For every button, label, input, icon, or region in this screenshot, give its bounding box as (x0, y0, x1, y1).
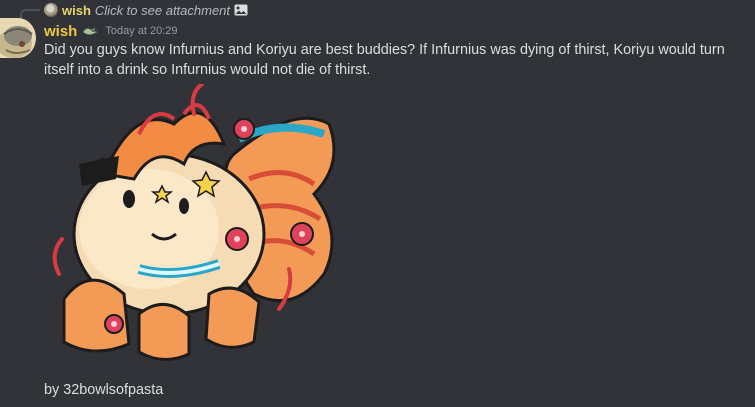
image-icon (234, 4, 248, 16)
reply-preview[interactable]: wish Click to see attachment (44, 1, 248, 19)
attachment-caption: by 32bowlsofpasta (44, 382, 164, 398)
message-header: wish Today at 20:29 (44, 21, 178, 41)
author-name[interactable]: wish (44, 23, 77, 40)
reply-avatar-icon[interactable] (44, 3, 58, 17)
attachment-image[interactable] (44, 84, 344, 374)
timestamp[interactable]: Today at 20:29 (105, 25, 177, 37)
reply-connector (20, 9, 40, 19)
dragon-badge-icon (82, 27, 99, 36)
reply-author[interactable]: wish (62, 3, 91, 18)
message-text: Did you guys know Infurnius and Koriyu a… (44, 42, 725, 78)
reply-text[interactable]: Click to see attachment (95, 3, 230, 18)
author-avatar[interactable] (0, 18, 36, 58)
